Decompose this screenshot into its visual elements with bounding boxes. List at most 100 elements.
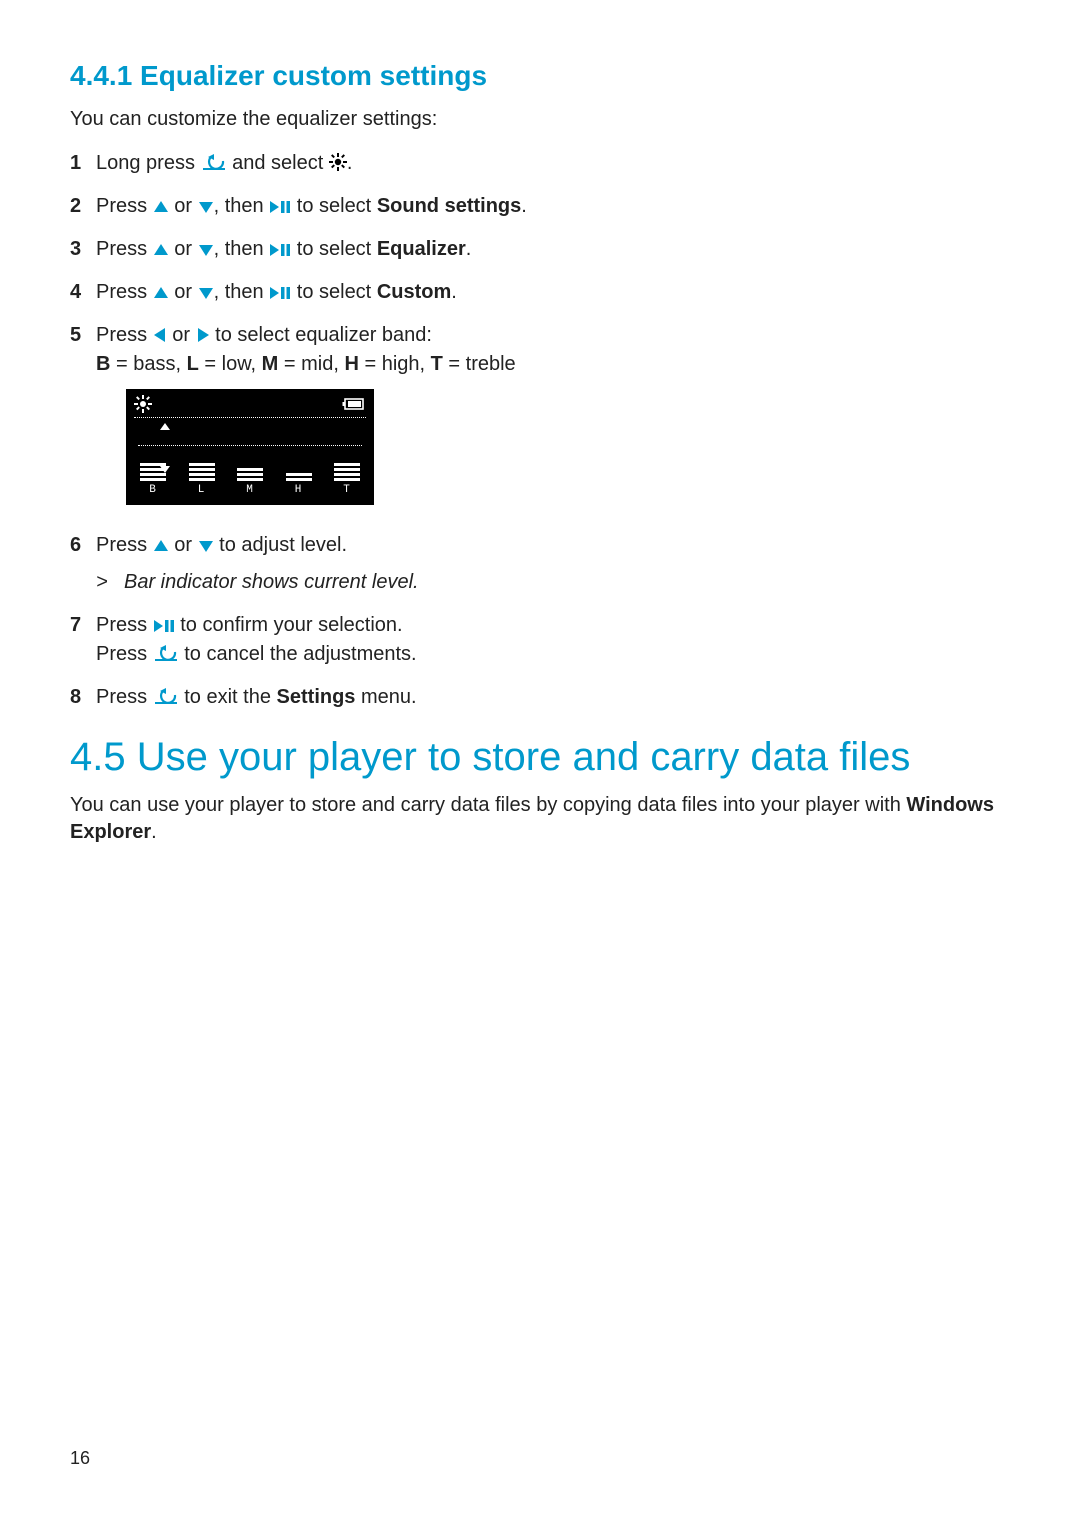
step-text: to select [291,195,377,217]
step-7: 7 Press to confirm your selection. Press… [70,611,1010,669]
step-text: Press [96,614,153,636]
play-pause-icon [269,286,291,300]
step-text: , then [214,281,270,303]
step-text: Press [96,534,153,556]
step-text: , then [214,238,270,260]
step-text: Press [96,238,153,260]
step-text: . [521,195,527,217]
battery-icon [342,397,366,411]
legend-label: T [431,353,443,375]
heading-4-4-1: 4.4.1 Equalizer custom settings [70,60,1010,92]
step-text: to exit the [179,686,277,708]
page-number: 16 [70,1448,90,1469]
step-text: or [167,324,196,346]
result-marker: > [96,568,124,597]
step-text: to confirm your selection. [175,614,403,636]
step-text: to adjust level. [214,534,347,556]
eq-band: T [334,441,360,499]
legend-label: L [187,353,199,375]
step-number: 3 [70,235,96,264]
legend-label: B [96,353,110,375]
legend-text: = mid, [278,353,344,375]
settings-gear-icon [134,395,152,413]
step-text: or [169,281,198,303]
up-triangle-icon [153,200,169,214]
step-text: . [466,238,472,260]
play-pause-icon [269,243,291,257]
eq-band-label: B [149,483,157,499]
down-triangle-icon [198,243,214,257]
step-number: 6 [70,531,96,560]
left-triangle-icon [153,327,167,343]
legend-label: H [344,353,358,375]
section-4-5-body: You can use your player to store and car… [70,792,1010,846]
step-text: Press [96,195,153,217]
down-triangle-icon [198,286,214,300]
eq-band: H [286,441,312,499]
eq-band-label: L [198,483,206,499]
right-triangle-icon [196,327,210,343]
result-text: Bar indicator shows current level. [124,568,419,597]
play-pause-icon [269,200,291,214]
step-8: 8 Press to exit the Settings menu. [70,683,1010,712]
down-triangle-icon [198,200,214,214]
step-text: . [451,281,457,303]
legend-label: M [262,353,279,375]
legend-text: = low, [199,353,262,375]
step-target: Sound settings [377,195,521,217]
step-text: to select [291,238,377,260]
step-text: Press [96,686,153,708]
step-4: 4 Press or , then to select Custom. [70,278,1010,307]
up-triangle-icon [153,243,169,257]
step-target: Equalizer [377,238,466,260]
up-triangle-icon [153,539,169,553]
step-5: 5 Press or to select equalizer band: B =… [70,321,1010,517]
step-number: 8 [70,683,96,712]
play-pause-icon [153,619,175,633]
eq-band: M [237,441,263,499]
step-text: and select [227,152,329,174]
step-text: or [169,238,198,260]
step-text: , then [214,195,270,217]
intro-text: You can customize the equalizer settings… [70,106,1010,133]
eq-band-label: M [246,483,254,499]
step-3: 3 Press or , then to select Equalizer. [70,235,1010,264]
legend-text: = treble [443,353,516,375]
equalizer-screenshot: BLMHT [126,389,374,505]
step-text: Press [96,324,153,346]
up-triangle-icon [153,286,169,300]
back-icon [153,687,179,705]
eq-band: L [189,441,215,499]
down-triangle-icon [198,539,214,553]
step-text: to cancel the adjustments. [179,643,417,665]
back-icon [153,644,179,662]
step-text: or [169,534,198,556]
steps-list: 1 Long press and select . 2 Press or , t… [70,149,1010,712]
step-text: Press [96,281,153,303]
eq-band-label: H [295,483,303,499]
step-text: or [169,195,198,217]
body-text: . [151,821,157,843]
step-number: 1 [70,149,96,178]
step-text: . [347,152,353,174]
legend-text: = high, [359,353,431,375]
step-number: 4 [70,278,96,307]
step-target: Settings [277,686,356,708]
step-target: Custom [377,281,451,303]
eq-band: B [140,441,166,499]
heading-4-5: 4.5 Use your player to store and carry d… [70,734,1010,780]
back-icon [201,153,227,171]
step-text: menu. [355,686,416,708]
step-2: 2 Press or , then to select Sound settin… [70,192,1010,221]
step-number: 2 [70,192,96,221]
step-number: 7 [70,611,96,640]
step-6: 6 Press or to adjust level. > Bar indica… [70,531,1010,597]
step-text: Press [96,643,153,665]
body-text: You can use your player to store and car… [70,794,906,816]
eq-band-label: T [343,483,351,499]
step-text: to select [291,281,377,303]
legend-text: = bass, [110,353,186,375]
step-text: Long press [96,152,201,174]
step-number: 5 [70,321,96,350]
step-text: to select equalizer band: [210,324,432,346]
